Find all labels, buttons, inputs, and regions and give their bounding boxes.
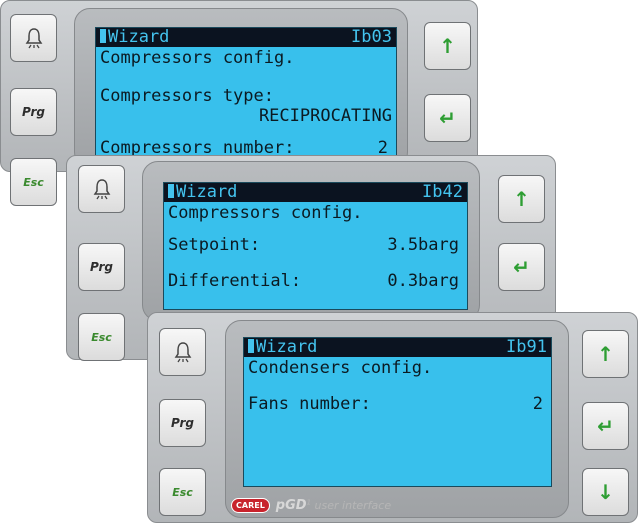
brand-name: pGD xyxy=(275,498,307,513)
esc-button[interactable]: Esc xyxy=(10,158,57,206)
lcd-screen: Wizard Ib03 Compressors config. Compresso… xyxy=(95,27,397,157)
screen-title: Compressors config. xyxy=(168,203,363,223)
up-arrow-icon: ↑ xyxy=(597,342,614,366)
esc-label: Esc xyxy=(23,175,44,189)
setpoint-row: Setpoint: 3.5barg xyxy=(168,235,463,255)
alarm-button[interactable] xyxy=(10,14,57,62)
prg-label: Prg xyxy=(90,260,113,274)
esc-button[interactable]: Esc xyxy=(159,468,206,516)
lcd-header: Wizard Ib91 xyxy=(244,338,551,357)
brand-logo: CAREL pGD1 user interface xyxy=(231,498,391,513)
lcd-screen: Wizard Ib42 Compressors config. Setpoint:… xyxy=(163,182,468,310)
differential-label: Differential: xyxy=(168,271,302,291)
up-arrow-icon: ↑ xyxy=(439,34,456,58)
fans-number-value[interactable]: 2 xyxy=(533,394,543,414)
prg-label: Prg xyxy=(22,105,45,119)
alarm-button[interactable] xyxy=(159,328,206,376)
enter-button[interactable]: ↵ xyxy=(582,402,629,450)
enter-button[interactable]: ↵ xyxy=(424,94,471,142)
setpoint-value[interactable]: 3.5barg xyxy=(387,235,459,255)
screen-title: Condensers config. xyxy=(248,358,433,378)
down-arrow-icon: ↓ xyxy=(597,480,614,504)
prg-button[interactable]: Prg xyxy=(78,243,125,291)
enter-button[interactable]: ↵ xyxy=(498,243,545,291)
screen-code: Ib42 xyxy=(422,182,463,202)
screen-title: Compressors config. xyxy=(100,48,295,68)
screen-code: Ib91 xyxy=(506,337,547,357)
enter-icon: ↵ xyxy=(597,414,614,438)
header-title: Wizard xyxy=(108,27,170,47)
lcd-header: Wizard Ib42 xyxy=(164,183,467,202)
esc-label: Esc xyxy=(91,330,112,344)
prg-button[interactable]: Prg xyxy=(159,399,206,447)
bell-icon xyxy=(93,179,110,200)
header-title: Wizard xyxy=(256,337,318,357)
esc-button[interactable]: Esc xyxy=(78,313,125,361)
fans-number-row: Fans number: 2 xyxy=(248,394,547,414)
brand-tagline: user interface xyxy=(314,499,392,512)
esc-label: Esc xyxy=(172,485,193,499)
lcd-header: Wizard Ib03 xyxy=(96,28,396,47)
compressors-type-label: Compressors type: xyxy=(100,86,274,106)
bell-icon xyxy=(174,342,191,363)
bell-icon xyxy=(25,28,42,49)
enter-icon: ↵ xyxy=(439,106,456,130)
up-button[interactable]: ↑ xyxy=(498,175,545,223)
terminal-panel-3: Prg Esc Wizard Ib91 Condensers config. Fa… xyxy=(147,312,638,523)
prg-button[interactable]: Prg xyxy=(10,88,57,136)
prg-label: Prg xyxy=(171,416,194,430)
alarm-button[interactable] xyxy=(78,165,125,213)
up-arrow-icon: ↑ xyxy=(513,187,530,211)
enter-icon: ↵ xyxy=(513,255,530,279)
carel-logo: CAREL xyxy=(231,498,270,513)
terminal-panel-1: Prg Esc Wizard Ib03 Compressors config. C… xyxy=(0,0,478,206)
differential-value[interactable]: 0.3barg xyxy=(387,271,459,291)
differential-row: Differential: 0.3barg xyxy=(168,271,463,291)
fans-number-label: Fans number: xyxy=(248,394,371,414)
up-button[interactable]: ↑ xyxy=(582,330,629,378)
compressors-type-value[interactable]: RECIPROCATING xyxy=(100,106,392,126)
setpoint-label: Setpoint: xyxy=(168,235,261,255)
down-button[interactable]: ↓ xyxy=(582,468,629,516)
screen-code: Ib03 xyxy=(351,27,392,47)
header-title: Wizard xyxy=(176,182,238,202)
lcd-screen: Wizard Ib91 Condensers config. Fans numbe… xyxy=(243,337,552,487)
up-button[interactable]: ↑ xyxy=(424,22,471,70)
brand-text: pGD1 user interface xyxy=(275,498,392,513)
